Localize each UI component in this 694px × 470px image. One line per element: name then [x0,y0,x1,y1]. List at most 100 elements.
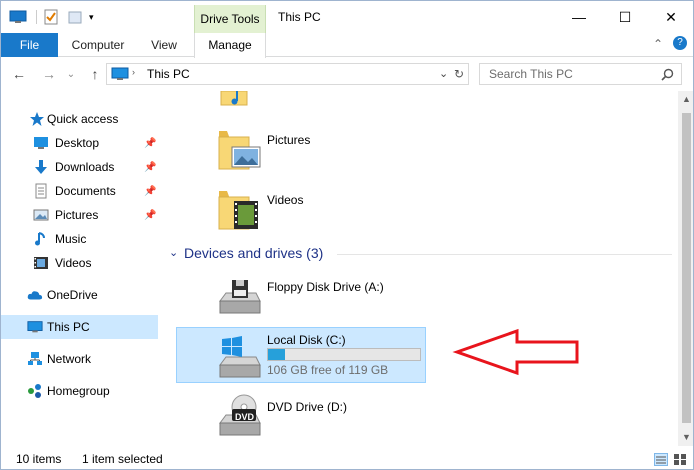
pictures-folder-label[interactable]: Pictures [267,133,310,147]
nav-onedrive-label: OneDrive [47,288,98,302]
scroll-down-icon[interactable]: ▼ [678,429,693,446]
large-icons-view-icon[interactable] [673,453,687,466]
pin-icon[interactable]: 📌 [144,186,156,197]
red-arrow-annotation [452,328,579,376]
recent-locations-icon[interactable]: ⌄ [61,63,81,85]
group-divider [337,254,672,255]
this-pc-icon [111,67,129,80]
devices-group-header[interactable]: Devices and drives (3) [184,245,323,261]
nav-desktop[interactable]: Desktop 📌 [1,131,158,155]
status-selection: 1 item selected [82,452,163,466]
star-icon [29,111,45,127]
address-path[interactable]: This PC [147,67,190,81]
nav-music-label: Music [55,232,87,246]
nav-downloads[interactable]: Downloads 📌 [1,155,158,179]
onedrive-icon [27,287,43,303]
nav-this-pc[interactable]: This PC [1,315,158,339]
status-bar: 10 items 1 item selected [1,448,693,469]
network-icon [27,351,43,367]
nav-onedrive[interactable]: OneDrive [1,283,158,307]
nav-homegroup[interactable]: Homegroup [1,379,158,403]
music-folder-icon[interactable] [219,91,259,107]
pictures-icon [33,207,49,223]
nav-quick-access[interactable]: Quick access [1,107,158,131]
this-pc-icon [27,319,43,335]
nav-this-pc-label: This PC [47,320,90,334]
details-view-icon[interactable] [654,453,668,466]
pin-icon[interactable]: 📌 [144,162,156,173]
floppy-drive-icon [219,280,261,314]
minimize-icon: — [572,9,586,25]
nav-network-label: Network [47,352,92,366]
windows-drive-icon [219,336,261,378]
collapse-group-icon[interactable]: ⌄ [169,246,178,259]
quick-access-toolbar: ▾ [9,7,94,27]
nav-network[interactable]: Network [1,347,158,371]
scroll-up-icon[interactable]: ▲ [678,91,693,108]
refresh-button[interactable]: ↻ [450,63,469,85]
navigation-pane: Quick access Desktop 📌 Downloads 📌 Docum… [1,96,161,446]
tab-file[interactable]: File [1,33,58,57]
nav-documents[interactable]: Documents 📌 [1,179,158,203]
new-folder-icon[interactable] [67,9,83,25]
address-bar[interactable]: › This PC ⌄ [106,63,469,85]
pin-icon[interactable]: 📌 [144,210,156,221]
maximize-icon: ☐ [618,8,632,25]
documents-icon [33,183,49,199]
nav-downloads-label: Downloads [55,160,115,174]
dvd-badge: DVD [235,412,255,422]
pictures-folder[interactable] [216,125,264,173]
tab-computer[interactable]: Computer [65,33,131,57]
up-button[interactable]: ↑ [85,63,105,85]
pictures-folder-icon [218,131,261,170]
forward-button[interactable]: → [39,63,59,85]
scrollbar-thumb[interactable] [682,113,691,423]
help-icon[interactable]: ? [673,36,687,50]
videos-folder-label[interactable]: Videos [267,193,303,207]
tab-manage[interactable]: Manage [194,33,266,58]
search-input[interactable]: Search This PC [489,67,573,81]
dvd-drive-label[interactable]: DVD Drive (D:) [267,400,347,414]
close-button[interactable]: ✕ [648,1,693,33]
search-icon [661,68,674,81]
back-button[interactable]: ← [9,63,29,85]
nav-documents-label: Documents [55,184,116,198]
nav-pictures-label: Pictures [55,208,99,222]
minimize-button[interactable]: — [556,1,602,33]
qat-dropdown-icon[interactable]: ▾ [89,12,94,23]
homegroup-icon [27,383,43,399]
window-title: This PC [278,10,321,24]
videos-folder[interactable] [216,185,264,233]
collapse-ribbon-icon[interactable]: ⌃ [653,37,663,51]
tab-view[interactable]: View [143,33,185,57]
search-box[interactable]: Search This PC [479,63,682,85]
breadcrumb-chevron-icon: › [132,67,135,77]
drive-tools-context-label: Drive Tools [194,5,266,33]
address-dropdown-icon[interactable]: ⌄ [439,67,448,80]
disk-usage-bar [267,348,421,361]
nav-music[interactable]: Music [1,227,158,251]
music-icon [33,231,49,247]
floppy-drive-label[interactable]: Floppy Disk Drive (A:) [267,280,384,294]
nav-pictures[interactable]: Pictures 📌 [1,203,158,227]
floppy-drive[interactable] [216,275,264,319]
nav-desktop-label: Desktop [55,136,100,150]
nav-homegroup-label: Homegroup [47,384,110,398]
disk-usage-fill [268,349,285,360]
videos-folder-icon [218,191,258,230]
videos-icon [33,255,49,271]
desktop-icon [33,135,49,151]
vertical-scrollbar[interactable]: ▲ ▼ [678,91,693,446]
local-disk-label[interactable]: Local Disk (C:) [267,333,346,347]
status-item-count: 10 items [16,452,62,466]
local-disk[interactable] [216,333,264,379]
close-icon: ✕ [665,8,677,25]
maximize-button[interactable]: ☐ [602,1,648,33]
properties-icon[interactable] [43,9,59,25]
nav-quick-access-label: Quick access [47,112,119,126]
app-icon[interactable] [9,10,27,24]
nav-videos-label: Videos [55,256,92,270]
explorer-window: ▾ Drive Tools This PC — ☐ ✕ File Compute… [0,0,694,470]
pin-icon[interactable]: 📌 [144,138,156,149]
nav-videos[interactable]: Videos [1,251,158,275]
